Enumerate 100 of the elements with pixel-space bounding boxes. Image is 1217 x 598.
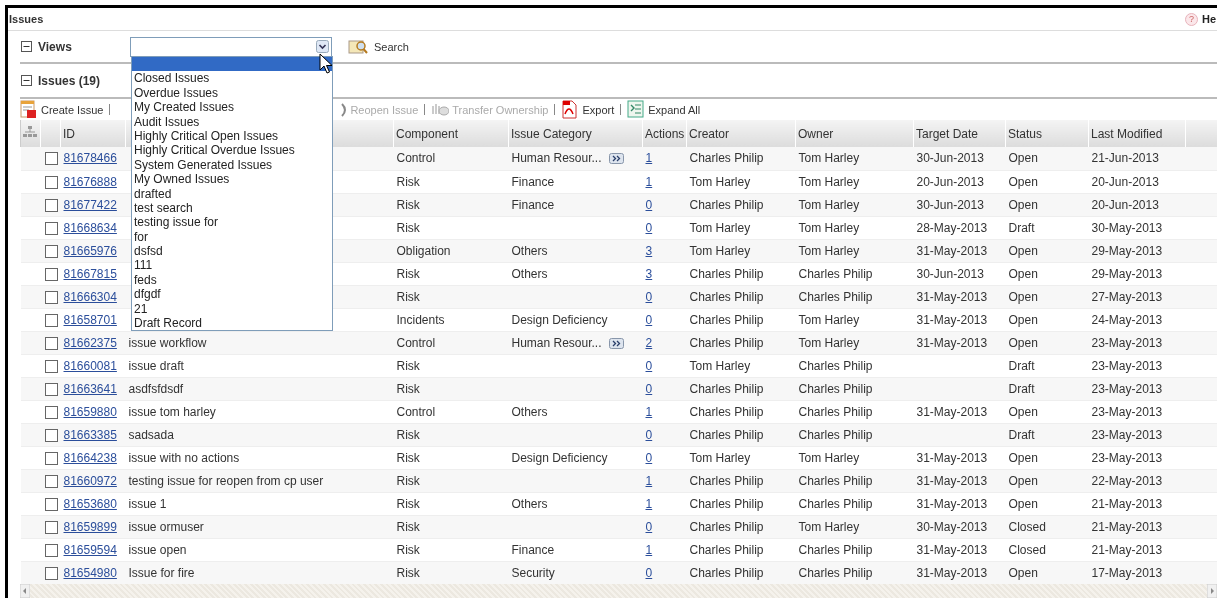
collapse-icon[interactable] (21, 41, 32, 52)
actions-link[interactable]: 0 (645, 220, 653, 235)
dropdown-option[interactable]: My Owned Issues (132, 172, 332, 187)
table-cell: Tom Harley (798, 243, 860, 258)
more-icon[interactable] (608, 337, 624, 349)
checkbox[interactable] (44, 497, 58, 511)
actions-link[interactable]: 1 (645, 496, 653, 511)
table-cell: Design Deficiency (511, 450, 608, 465)
collapse-icon[interactable] (21, 75, 32, 86)
column-header[interactable]: Status (1005, 120, 1089, 147)
scroll-right-icon[interactable] (1207, 584, 1217, 598)
scroll-left-icon[interactable] (20, 584, 30, 598)
actions-link[interactable]: 1 (645, 473, 653, 488)
table-cell: Tom Harley (798, 220, 860, 235)
actions-link[interactable]: 3 (645, 266, 653, 281)
checkbox[interactable] (44, 221, 58, 235)
table-cell: Open (1008, 335, 1038, 350)
dropdown-option[interactable]: for (132, 229, 332, 245)
table-cell: asdfsfdsdf (128, 381, 184, 396)
column-header[interactable]: Actions (642, 120, 687, 147)
checkbox[interactable] (44, 313, 58, 327)
column-header[interactable]: ID (60, 120, 126, 147)
dropdown-option[interactable]: 111 (132, 258, 332, 273)
column-header[interactable]: Owner (795, 120, 914, 147)
column-header[interactable]: Creator (686, 120, 796, 147)
actions-link[interactable]: 0 (645, 565, 653, 580)
checkbox[interactable] (44, 451, 58, 465)
table-cell: Charles Philip (798, 289, 873, 304)
checkbox[interactable] (44, 428, 58, 442)
dropdown-option[interactable] (132, 57, 332, 72)
table-cell: Control (396, 404, 436, 419)
table-cell: Others (511, 404, 548, 419)
actions-link[interactable]: 1 (645, 151, 653, 166)
actions-link[interactable]: 0 (645, 427, 653, 442)
table-cell: Open (1008, 496, 1038, 511)
more-icon[interactable] (608, 153, 624, 164)
checkbox[interactable] (44, 566, 58, 580)
dropdown-option[interactable]: Audit Issues (132, 114, 332, 129)
dropdown-option[interactable]: Draft Record (132, 316, 332, 331)
checkbox[interactable] (44, 520, 58, 534)
actions-link[interactable]: 3 (645, 243, 653, 258)
table-cell: 30-Jun-2013 (916, 266, 984, 281)
toolbar-button[interactable]: Export (561, 100, 615, 119)
checkbox[interactable] (44, 198, 58, 212)
search-button[interactable]: Search (348, 38, 409, 55)
checkbox[interactable] (44, 175, 58, 189)
dropdown-option[interactable]: Highly Critical Overdue Issues (132, 143, 332, 158)
dropdown-option[interactable]: Overdue Issues (132, 85, 332, 101)
table-cell: 21-May-2013 (1091, 519, 1163, 534)
column-header[interactable]: Last Modified (1088, 120, 1186, 147)
table-cell: issue 1 (128, 496, 167, 511)
column-header[interactable]: Target Date (913, 120, 1006, 147)
column-header[interactable]: Component (393, 120, 509, 147)
page-title: Issues (9, 13, 44, 25)
checkbox[interactable] (44, 152, 58, 166)
dropdown-option[interactable]: test search (132, 200, 332, 216)
dropdown-option[interactable]: Closed Issues (132, 71, 332, 86)
checkbox[interactable] (44, 244, 58, 258)
table-cell: Tom Harley (689, 220, 751, 235)
toolbar-button[interactable]: Expand All (627, 100, 701, 119)
column-header[interactable]: Issue Category (508, 120, 643, 147)
table-cell: Open (1008, 473, 1038, 488)
checkbox[interactable] (44, 543, 58, 557)
actions-link[interactable]: 0 (645, 381, 653, 396)
dropdown-option[interactable]: My Created Issues (132, 100, 332, 115)
actions-link[interactable]: 1 (645, 542, 653, 557)
dropdown-option[interactable]: System Generated Issues (132, 157, 332, 173)
scrollbar[interactable] (20, 584, 1217, 598)
actions-link[interactable]: 1 (645, 174, 653, 189)
checkbox[interactable] (44, 359, 58, 373)
table-cell: 31-May-2013 (916, 473, 988, 488)
dropdown-option[interactable]: drafted (132, 186, 332, 201)
actions-link[interactable]: 0 (645, 358, 653, 373)
table-cell: 31-May-2013 (916, 565, 988, 580)
table-cell: Charles Philip (689, 519, 764, 534)
dropdown-option[interactable]: dsfsd (132, 244, 332, 259)
table-cell: Tom Harley (689, 243, 751, 258)
actions-link[interactable]: 2 (645, 335, 653, 350)
dropdown-option[interactable]: testing issue for (132, 215, 332, 230)
dropdown-option[interactable]: dfgdf (132, 287, 332, 302)
dropdown-option[interactable]: Highly Critical Open Issues (132, 128, 332, 144)
actions-link[interactable]: 0 (645, 450, 653, 465)
checkbox[interactable] (44, 267, 58, 281)
table-cell: 28-May-2013 (916, 220, 988, 235)
checkbox[interactable] (44, 336, 58, 350)
actions-link[interactable]: 0 (645, 197, 653, 212)
toolbar-button[interactable]: Create Issue (20, 100, 104, 119)
actions-link[interactable]: 1 (645, 404, 653, 419)
help-link[interactable]: He (1201, 13, 1216, 25)
checkbox[interactable] (44, 474, 58, 488)
checkbox[interactable] (44, 382, 58, 396)
actions-link[interactable]: 0 (645, 289, 653, 304)
table-cell: Charles Philip (689, 542, 764, 557)
dropdown-option[interactable]: feds (132, 272, 332, 288)
table-cell: Charles Philip (689, 496, 764, 511)
checkbox[interactable] (44, 405, 58, 419)
checkbox[interactable] (44, 290, 58, 304)
actions-link[interactable]: 0 (645, 519, 653, 534)
dropdown-option[interactable]: 21 (132, 301, 332, 317)
actions-link[interactable]: 0 (645, 312, 653, 327)
